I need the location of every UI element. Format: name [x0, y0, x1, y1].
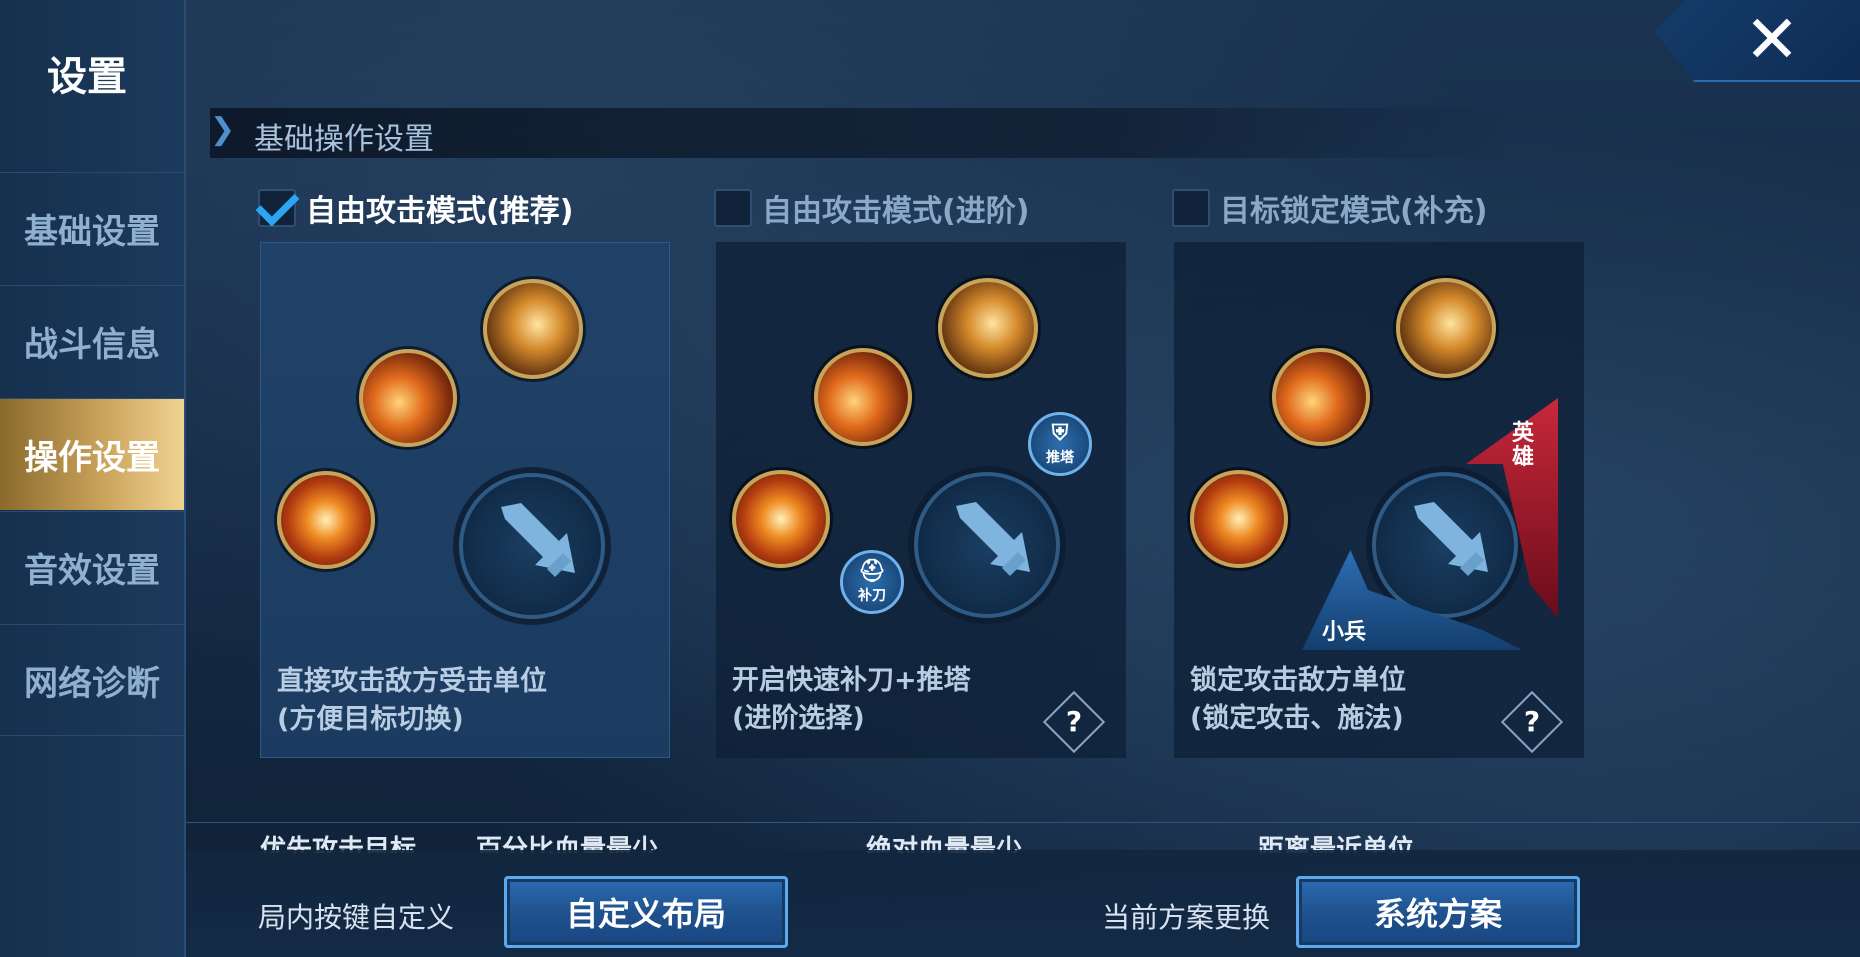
skill-icon [732, 470, 830, 568]
mode-option-free-attack-advanced[interactable]: 自由攻击模式(进阶) [714, 184, 1029, 232]
mode-description: 直接攻击敌方受击单位 (方便目标切换) [277, 666, 547, 735]
custom-layout-button[interactable]: 自定义布局 [504, 876, 788, 948]
skill-icon [483, 279, 583, 379]
mode-card-advanced[interactable]: ⛨ 推塔 ⛑ 补刀 开启快速补刀+推塔 (进阶选择) ? [716, 242, 1126, 758]
skill-icon [814, 348, 912, 446]
help-icon[interactable]: ? [1042, 690, 1106, 754]
tower-icon: ⛨ [1051, 421, 1069, 446]
sidebar-item-label: 战斗信息 [24, 325, 160, 365]
sidebar-item-network[interactable]: 网络诊断 [0, 624, 184, 736]
attack-sword-icon [459, 473, 605, 619]
push-tower-badge: ⛨ 推塔 [1028, 412, 1092, 476]
sidebar-item-label: 操作设置 [24, 438, 160, 478]
sidebar-item-basic[interactable]: 基础设置 [0, 172, 184, 284]
mode-description: 锁定攻击敌方单位 (锁定攻击、施法) [1190, 665, 1406, 734]
sidebar-item-label: 基础设置 [24, 212, 160, 252]
sidebar-item-controls[interactable]: 操作设置 [0, 398, 184, 510]
mode-checkbox[interactable] [1172, 189, 1210, 227]
settings-sidebar: 设置 基础设置 战斗信息 操作设置 音效设置 网络诊断 [0, 0, 186, 957]
attack-sword-icon [914, 472, 1060, 618]
mode-description: 开启快速补刀+推塔 (进阶选择) [732, 665, 971, 734]
mode-checkbox[interactable] [714, 189, 752, 227]
mode-label: 目标锁定模式(补充) [1220, 194, 1488, 229]
helmet-icon: ⛑ [858, 559, 886, 584]
mode-option-free-attack-recommended[interactable]: 自由攻击模式(推荐) [258, 184, 573, 232]
skill-icon [1396, 278, 1496, 378]
skill-icon [1190, 470, 1288, 568]
mode-label: 自由攻击模式(推荐) [306, 194, 574, 229]
mode-card-target-lock[interactable]: 英 雄 小兵 锁定攻击敌方单位 (锁定攻击、施法) ? [1174, 242, 1584, 758]
mode-option-target-lock[interactable]: 目标锁定模式(补充) [1172, 184, 1487, 232]
skill-icon [1272, 348, 1370, 446]
sidebar-item-label: 网络诊断 [24, 663, 160, 704]
sidebar-item-sound[interactable]: 音效设置 [0, 511, 184, 623]
minion-label: 小兵 [1322, 620, 1367, 645]
mode-label: 自由攻击模式(进阶) [762, 194, 1030, 229]
skill-icon [938, 278, 1038, 378]
mode-checkbox[interactable] [258, 189, 296, 227]
sidebar-item-label: 音效设置 [24, 551, 160, 591]
priority-target-row: 优先攻击目标 百分比血量最少 绝对血量最少 距离最近单位 [186, 822, 1860, 853]
skill-icon [277, 471, 375, 569]
last-hit-badge: ⛑ 补刀 [840, 550, 904, 614]
skill-icon [359, 349, 457, 447]
system-scheme-button[interactable]: 系统方案 [1296, 876, 1580, 948]
attack-sword-icon [1372, 472, 1518, 618]
close-icon[interactable]: ✕ [1740, 7, 1804, 74]
hero-label: 英 雄 [1512, 421, 1535, 470]
scheme-change-label: 当前方案更换 [1102, 901, 1271, 934]
chevron-right-icon: ❯ [210, 112, 236, 147]
custom-keys-label: 局内按键自定义 [258, 901, 455, 934]
mode-card-recommended[interactable]: 直接攻击敌方受击单位 (方便目标切换) [260, 242, 670, 758]
section-title: 基础操作设置 [254, 122, 434, 157]
sidebar-item-combat-info[interactable]: 战斗信息 [0, 285, 184, 397]
help-icon[interactable]: ? [1500, 690, 1564, 754]
sidebar-title: 设置 [47, 54, 127, 100]
